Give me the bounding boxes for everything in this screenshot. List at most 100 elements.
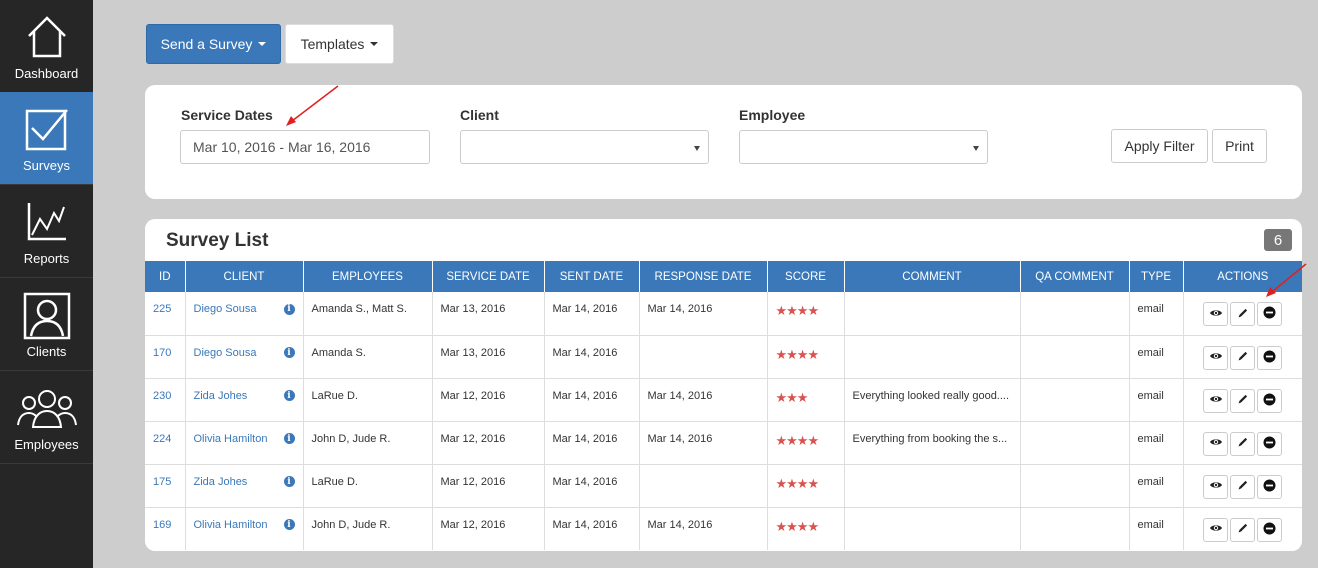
sidebar-item-label: Dashboard <box>14 66 79 81</box>
service-dates-input[interactable]: Mar 10, 2016 - Mar 16, 2016 <box>180 130 430 164</box>
info-icon[interactable]: i <box>283 390 295 401</box>
column-header-response-date[interactable]: RESPONSE DATE <box>639 261 768 292</box>
view-button[interactable] <box>1203 302 1229 326</box>
client-link[interactable]: Diego Sousa <box>194 347 257 359</box>
cell-type: email <box>1129 378 1184 422</box>
table-row: 230 Zida Johes i LaRue D. Mar 12, 2016 Mar 14… <box>145 378 1302 422</box>
cell-service-date: Mar 12, 2016 <box>432 421 545 465</box>
edit-button[interactable] <box>1230 345 1256 370</box>
remove-button[interactable] <box>1257 517 1283 542</box>
remove-button[interactable] <box>1257 431 1283 456</box>
client-link[interactable]: Zida Johes <box>194 390 248 402</box>
cell-client: Diego Sousa i <box>185 292 304 336</box>
column-header-id[interactable]: ID <box>145 261 186 292</box>
column-header-client[interactable]: CLIENT <box>185 261 304 292</box>
cell-id[interactable]: 225 <box>145 292 186 336</box>
client-link[interactable]: Zida Johes <box>194 476 248 488</box>
pencil-icon <box>1237 479 1249 494</box>
cell-sent-date: Mar 14, 2016 <box>544 378 640 422</box>
info-icon[interactable]: i <box>283 519 295 530</box>
column-header-score[interactable]: SCORE <box>767 261 845 292</box>
client-link[interactable]: Olivia Hamilton <box>194 433 268 445</box>
templates-button[interactable]: Templates <box>285 24 394 64</box>
view-button[interactable] <box>1203 474 1229 499</box>
client-link[interactable]: Diego Sousa <box>194 303 257 315</box>
client-select[interactable] <box>460 130 709 164</box>
cell-service-date: Mar 13, 2016 <box>432 335 545 379</box>
minus-circle-icon <box>1263 479 1276 495</box>
column-header-employees[interactable]: EMPLOYEES <box>303 261 433 292</box>
info-icon[interactable]: i <box>283 433 295 444</box>
edit-button[interactable] <box>1230 388 1256 413</box>
caret-down-icon <box>370 42 379 46</box>
cell-service-date: Mar 13, 2016 <box>432 292 545 336</box>
info-icon[interactable]: i <box>283 303 295 315</box>
cell-id[interactable]: 175 <box>145 464 186 508</box>
cell-score: ★★★★ <box>767 421 845 465</box>
info-icon[interactable]: i <box>283 347 295 358</box>
minus-circle-icon <box>1263 522 1276 538</box>
cell-service-date: Mar 12, 2016 <box>432 507 545 550</box>
cell-actions <box>1183 335 1302 379</box>
eye-icon <box>1209 480 1223 493</box>
employee-select[interactable] <box>739 130 988 164</box>
cell-client: Diego Sousa i <box>185 335 304 379</box>
sidebar-item-employees[interactable]: Employees <box>0 371 93 464</box>
cell-comment: Everything looked really good.... <box>844 378 1021 422</box>
users-group-icon <box>0 385 93 433</box>
remove-button[interactable] <box>1257 302 1283 326</box>
edit-button[interactable] <box>1230 517 1256 542</box>
view-button[interactable] <box>1203 517 1229 542</box>
print-button[interactable]: Print <box>1212 129 1267 163</box>
edit-button[interactable] <box>1230 302 1256 326</box>
column-header-sent-date[interactable]: SENT DATE <box>544 261 640 292</box>
cell-actions <box>1183 378 1302 422</box>
survey-table: ID CLIENT EMPLOYEES SERVICE DATE SENT DA… <box>145 261 1302 550</box>
cell-id[interactable]: 230 <box>145 378 186 422</box>
cell-score: ★★★★ <box>767 335 845 379</box>
send-survey-button[interactable]: Send a Survey <box>146 24 281 64</box>
star-rating: ★★★★ <box>775 303 820 318</box>
cell-id[interactable]: 169 <box>145 507 186 550</box>
cell-sent-date: Mar 14, 2016 <box>544 292 640 336</box>
edit-button[interactable] <box>1230 431 1256 456</box>
cell-employees: LaRue D. <box>303 378 433 422</box>
column-header-service-date[interactable]: SERVICE DATE <box>432 261 545 292</box>
cell-sent-date: Mar 14, 2016 <box>544 335 640 379</box>
column-header-qa-comment[interactable]: QA COMMENT <box>1020 261 1130 292</box>
remove-button[interactable] <box>1257 474 1283 499</box>
user-portrait-icon <box>0 292 93 340</box>
apply-filter-button[interactable]: Apply Filter <box>1111 129 1208 163</box>
cell-qa-comment <box>1020 507 1130 550</box>
sidebar-item-surveys[interactable]: Surveys <box>0 92 93 185</box>
edit-button[interactable] <box>1230 474 1256 499</box>
view-button[interactable] <box>1203 431 1229 456</box>
caret-down-icon <box>258 42 267 46</box>
minus-circle-icon <box>1263 306 1276 322</box>
cell-comment <box>844 507 1021 550</box>
sidebar-item-clients[interactable]: Clients <box>0 278 93 371</box>
cell-response-date <box>639 464 768 508</box>
employee-label: Employee <box>739 107 806 123</box>
cell-actions <box>1183 292 1302 336</box>
pencil-icon <box>1237 436 1249 451</box>
column-header-comment[interactable]: COMMENT <box>844 261 1021 292</box>
remove-button[interactable] <box>1257 345 1283 370</box>
filter-panel: Service Dates Mar 10, 2016 - Mar 16, 201… <box>145 85 1302 199</box>
cell-id[interactable]: 224 <box>145 421 186 465</box>
sidebar-item-reports[interactable]: Reports <box>0 185 93 278</box>
info-icon[interactable]: i <box>283 476 295 487</box>
client-link[interactable]: Olivia Hamilton <box>194 519 268 531</box>
table-row: 170 Diego Sousa i Amanda S. Mar 13, 2016 Mar … <box>145 335 1302 379</box>
remove-button[interactable] <box>1257 388 1283 413</box>
pencil-icon <box>1237 393 1249 408</box>
view-button[interactable] <box>1203 388 1229 413</box>
sidebar-item-dashboard[interactable]: Dashboard <box>0 0 93 93</box>
view-button[interactable] <box>1203 345 1229 370</box>
pencil-icon <box>1237 307 1249 322</box>
star-rating: ★★★★ <box>775 346 820 362</box>
minus-circle-icon <box>1263 350 1276 366</box>
column-header-type[interactable]: TYPE <box>1129 261 1184 292</box>
cell-qa-comment <box>1020 421 1130 465</box>
cell-id[interactable]: 170 <box>145 335 186 379</box>
